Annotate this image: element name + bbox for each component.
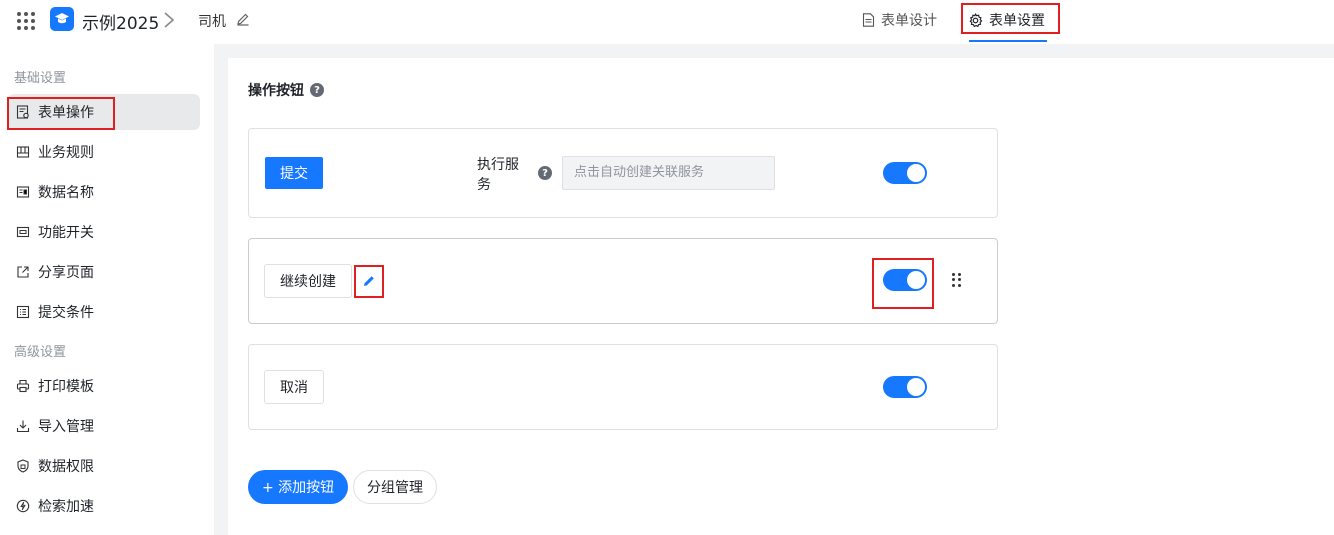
sidebar-item-share-page[interactable]: 分享页面 [8, 254, 200, 290]
share-icon [17, 266, 29, 278]
download-icon [16, 420, 30, 433]
sidebar-item-feature-switch[interactable]: 功能开关 [8, 214, 200, 250]
edit-pencil-icon[interactable] [236, 12, 250, 26]
form-name: 司机 [198, 14, 226, 30]
section-title: 操作按钮 ? [248, 80, 324, 100]
sidebar-item-label: 分享页面 [38, 265, 94, 281]
app-title[interactable]: 示例2025 [82, 9, 159, 34]
tab-label: 表单设置 [989, 13, 1045, 29]
execute-service-label: 执行服务 [477, 157, 519, 193]
tab-form-settings[interactable]: 表单设置 [968, 10, 1045, 30]
cancel-enable-toggle[interactable] [883, 376, 927, 398]
active-tab-indicator [969, 40, 1047, 42]
chevron-right-icon [164, 12, 175, 28]
sidebar-item-import-management[interactable]: 导入管理 [8, 408, 200, 444]
sidebar-item-data-name[interactable]: 数据名称 [8, 174, 200, 210]
sidebar-item-data-permission[interactable]: 数据权限 [8, 448, 200, 484]
top-bar: 示例2025 司机 表单设计 表单设置 [0, 0, 1334, 44]
submit-button-preview[interactable]: 提交 [265, 157, 323, 189]
shield-icon [17, 459, 29, 473]
sidebar-item-business-rules[interactable]: 业务规则 [8, 134, 200, 170]
add-button[interactable]: + 添加按钮 [248, 470, 349, 504]
sidebar: 基础设置 表单操作 业务规则 数据名称 功能开关 分享页面 提交条件 高级设置 … [0, 44, 214, 535]
continue-create-enable-toggle[interactable] [883, 269, 927, 291]
action-button-card-continue: 继续创建 [248, 238, 998, 324]
sidebar-item-label: 功能开关 [38, 225, 94, 241]
document-icon [862, 13, 875, 27]
sidebar-group-advanced: 高级设置 [14, 345, 67, 360]
help-icon[interactable]: ? [538, 166, 552, 180]
sidebar-item-print-template[interactable]: 打印模板 [8, 368, 200, 404]
app-logo-icon [50, 7, 74, 31]
sidebar-item-label: 数据权限 [38, 459, 94, 475]
group-management-button[interactable]: 分组管理 [353, 470, 437, 504]
tab-label: 表单设计 [881, 13, 937, 29]
checklist-icon [16, 305, 30, 319]
section-title-text: 操作按钮 [248, 83, 304, 99]
main-panel: 操作按钮 ? 提交 执行服务 ? 点击自动创建关联服务 继续创建 取消 + 添加… [228, 58, 1334, 535]
action-button-card-cancel: 取消 [248, 344, 998, 430]
switch-icon [16, 226, 30, 238]
form-doc-icon [16, 105, 29, 119]
submit-enable-toggle[interactable] [883, 162, 927, 184]
sidebar-item-label: 数据名称 [38, 185, 94, 201]
sidebar-item-label: 表单操作 [38, 105, 94, 121]
printer-icon [16, 379, 30, 393]
lightning-icon [16, 499, 30, 513]
drag-handle-icon[interactable] [952, 273, 962, 287]
sidebar-item-label: 打印模板 [38, 379, 94, 395]
sidebar-item-search-acceleration[interactable]: 检索加速 [8, 488, 200, 524]
tab-form-design[interactable]: 表单设计 [862, 10, 937, 30]
continue-create-button-preview[interactable]: 继续创建 [264, 264, 352, 298]
service-input[interactable]: 点击自动创建关联服务 [562, 156, 775, 190]
edit-pencil-icon[interactable] [362, 274, 376, 288]
data-name-icon [16, 186, 30, 198]
sidebar-item-label: 检索加速 [38, 499, 94, 515]
sidebar-item-label: 业务规则 [38, 145, 94, 161]
rules-icon [16, 146, 30, 158]
help-icon[interactable]: ? [310, 83, 324, 97]
sidebar-item-submit-conditions[interactable]: 提交条件 [8, 294, 200, 330]
apps-grid-icon[interactable] [17, 12, 35, 30]
gear-icon [969, 12, 983, 27]
sidebar-group-basic: 基础设置 [14, 71, 67, 86]
sidebar-item-label: 提交条件 [38, 305, 94, 321]
sidebar-item-form-actions[interactable]: 表单操作 [8, 94, 200, 130]
cancel-button-preview[interactable]: 取消 [264, 370, 324, 404]
sidebar-item-label: 导入管理 [38, 419, 94, 435]
action-button-card-submit: 提交 执行服务 ? 点击自动创建关联服务 [248, 128, 998, 218]
